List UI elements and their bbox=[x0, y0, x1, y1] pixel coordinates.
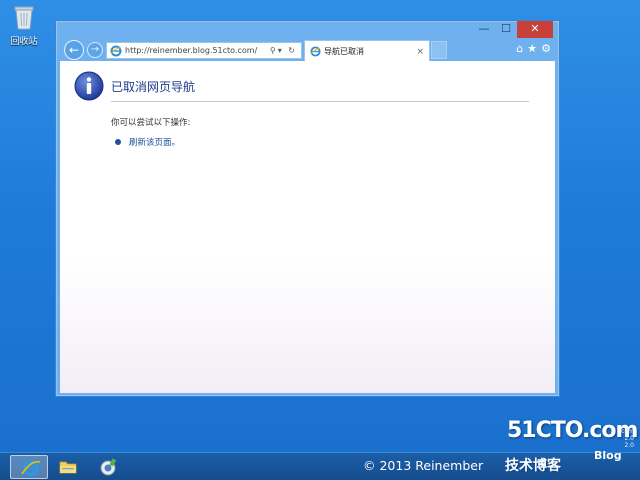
taskbar-internet-explorer-button[interactable] bbox=[10, 455, 48, 479]
folder-icon bbox=[59, 461, 77, 474]
watermark-blog: Blog bbox=[594, 449, 622, 462]
address-bar[interactable]: http://reinember.blog.51cto.com/ ⚲▾ ↻ bbox=[106, 42, 302, 59]
watermark-line: 2.0 bbox=[624, 442, 634, 449]
bullet-icon bbox=[115, 139, 121, 145]
watermark-logo: 51CTO.com bbox=[507, 418, 638, 443]
list-item: 刷新该页面。 bbox=[115, 136, 180, 148]
tools-icon bbox=[100, 458, 117, 476]
tab-close-icon[interactable]: × bbox=[416, 47, 429, 57]
settings-icon[interactable]: ⚙ bbox=[541, 42, 551, 55]
browser-toolbar: ⌂ ★ ⚙ bbox=[516, 42, 551, 55]
watermark-line: 2.0 bbox=[624, 435, 634, 442]
watermark-small-text: com 2.0 2.0 bbox=[621, 428, 634, 449]
divider bbox=[111, 101, 529, 102]
maximize-button[interactable]: ☐ bbox=[495, 21, 517, 38]
minimize-button[interactable]: — bbox=[473, 21, 495, 38]
address-tools-icon[interactable]: ⚲▾ ↻ bbox=[270, 46, 301, 55]
page-content: 已取消网页导航 你可以尝试以下操作: 刷新该页面。 bbox=[60, 61, 555, 393]
tab-navigation-canceled[interactable]: 导航已取消 × bbox=[304, 40, 430, 62]
info-icon bbox=[74, 71, 104, 101]
refresh-page-link[interactable]: 刷新该页面。 bbox=[129, 136, 180, 148]
internet-explorer-icon bbox=[21, 460, 41, 476]
home-icon[interactable]: ⌂ bbox=[516, 42, 523, 55]
recycle-bin-icon bbox=[13, 4, 35, 30]
new-tab-button[interactable] bbox=[431, 41, 447, 59]
close-button[interactable]: ✕ bbox=[517, 21, 553, 38]
forward-button[interactable]: → bbox=[87, 42, 103, 58]
tab-title: 导航已取消 bbox=[324, 47, 364, 56]
watermark-line: com bbox=[621, 428, 634, 435]
taskbar-file-explorer-button[interactable] bbox=[48, 455, 86, 479]
page-title: 已取消网页导航 bbox=[111, 80, 196, 94]
watermark-tech-blog: 技术博客 bbox=[505, 458, 561, 474]
recycle-bin-label: 回收站 bbox=[10, 37, 38, 47]
suggestion-intro: 你可以尝试以下操作: bbox=[111, 118, 191, 128]
taskbar-app-button[interactable] bbox=[88, 455, 126, 479]
browser-window: — ☐ ✕ ← → http://reinember.blog.51cto.co… bbox=[55, 20, 560, 397]
back-button[interactable]: ← bbox=[64, 40, 84, 60]
desktop-icon-recycle-bin[interactable]: 回收站 bbox=[6, 4, 42, 47]
favorites-icon[interactable]: ★ bbox=[527, 42, 537, 55]
ie-icon bbox=[110, 45, 122, 56]
window-controls: — ☐ ✕ bbox=[473, 21, 553, 38]
copyright-text: © 2013 Reinember bbox=[363, 458, 484, 473]
navigation-bar: ← → http://reinember.blog.51cto.com/ ⚲▾ … bbox=[56, 39, 559, 63]
ie-icon bbox=[310, 46, 321, 57]
address-url[interactable]: http://reinember.blog.51cto.com/ bbox=[125, 46, 270, 55]
